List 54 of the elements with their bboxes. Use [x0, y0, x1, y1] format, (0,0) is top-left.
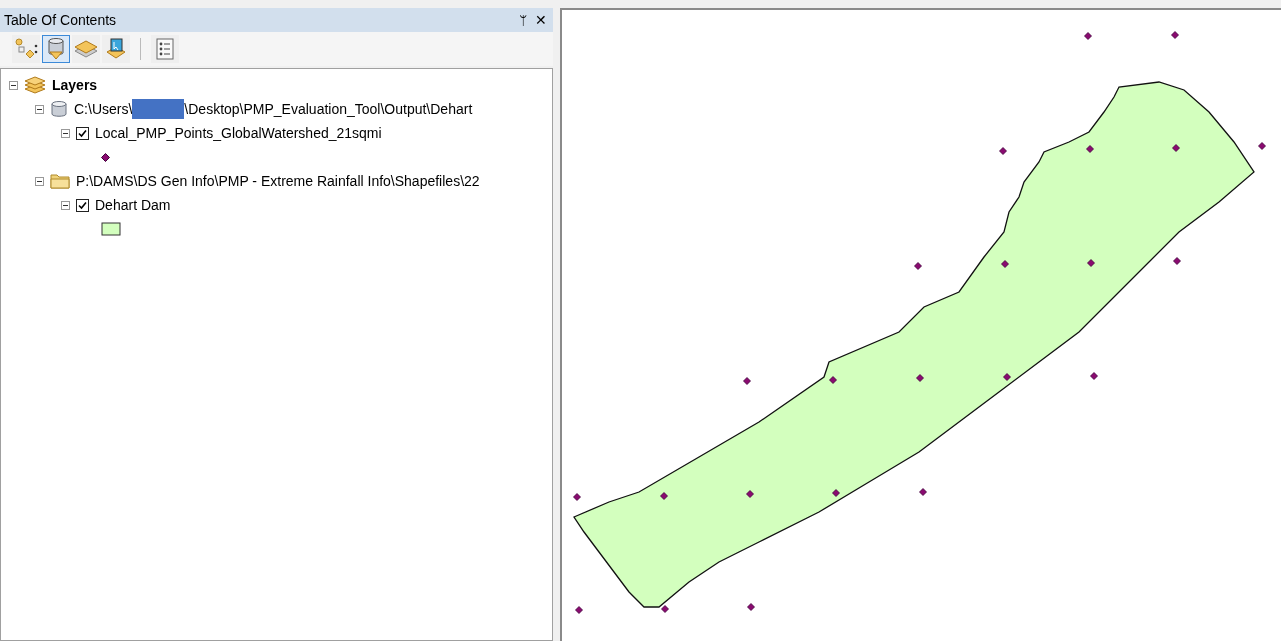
point-marker	[743, 377, 751, 385]
point-marker	[1084, 32, 1092, 40]
path-label[interactable]: P:\DAMS\DS Gen Info\PMP - Extreme Rainfall Info\Shapefiles\22	[76, 173, 480, 189]
path-label: C:\Users\	[74, 101, 133, 117]
expander-button[interactable]	[35, 104, 44, 114]
layers-icon	[73, 38, 99, 60]
point-marker	[916, 374, 924, 382]
checkbox[interactable]	[76, 126, 89, 140]
pin-button[interactable]: ᛘ	[519, 12, 527, 28]
layer-name[interactable]: Local_PMP_Points_GlobalWatershed_21sqmi	[95, 125, 382, 141]
point-marker	[1173, 257, 1181, 265]
point-marker	[746, 490, 754, 498]
point-marker	[1090, 372, 1098, 380]
checkbox[interactable]	[76, 198, 89, 212]
point-marker	[660, 492, 668, 500]
point-marker	[575, 606, 583, 614]
point-marker	[832, 489, 840, 497]
frame-name[interactable]: Layers	[52, 77, 98, 93]
panel-title: Table Of Contents	[4, 12, 118, 28]
toolbar-button[interactable]	[12, 35, 40, 63]
point-marker	[1086, 145, 1094, 153]
point-marker	[1003, 373, 1011, 381]
expander-button[interactable]	[61, 128, 70, 138]
point-marker	[573, 493, 581, 501]
point-marker	[919, 488, 927, 496]
toolbar-button[interactable]	[72, 35, 100, 63]
point-marker	[661, 605, 669, 613]
point-marker	[1001, 260, 1009, 268]
toolbar-button[interactable]	[102, 35, 130, 63]
folder-icon	[50, 173, 70, 189]
toolbar-button[interactable]	[42, 35, 70, 63]
point-marker	[829, 376, 837, 384]
close-button[interactable]: ✕	[535, 12, 547, 28]
point-marker	[1087, 259, 1095, 267]
expander-button[interactable]	[9, 80, 18, 90]
point-symbol-icon	[101, 152, 110, 162]
point-marker	[1171, 31, 1179, 39]
point-marker	[1258, 142, 1266, 150]
point-marker	[999, 147, 1007, 155]
list-options-icon	[155, 38, 175, 60]
drawing-order-icon	[14, 38, 38, 60]
database-icon	[46, 37, 66, 61]
polygon-symbol-icon	[101, 222, 121, 236]
layers-icon	[24, 76, 46, 94]
expander-button[interactable]	[61, 200, 70, 210]
layer-name[interactable]: Dehart Dam	[95, 197, 171, 213]
selection-icon	[104, 37, 128, 61]
database-icon	[50, 100, 68, 118]
point-marker	[914, 262, 922, 270]
point-marker	[747, 603, 755, 611]
point-marker	[1172, 144, 1180, 152]
expander-button[interactable]	[35, 176, 44, 186]
toolbar-button[interactable]	[151, 35, 179, 63]
path-label[interactable]: \Desktop\PMP_Evaluation_Tool\Output\Dehart	[184, 101, 473, 117]
